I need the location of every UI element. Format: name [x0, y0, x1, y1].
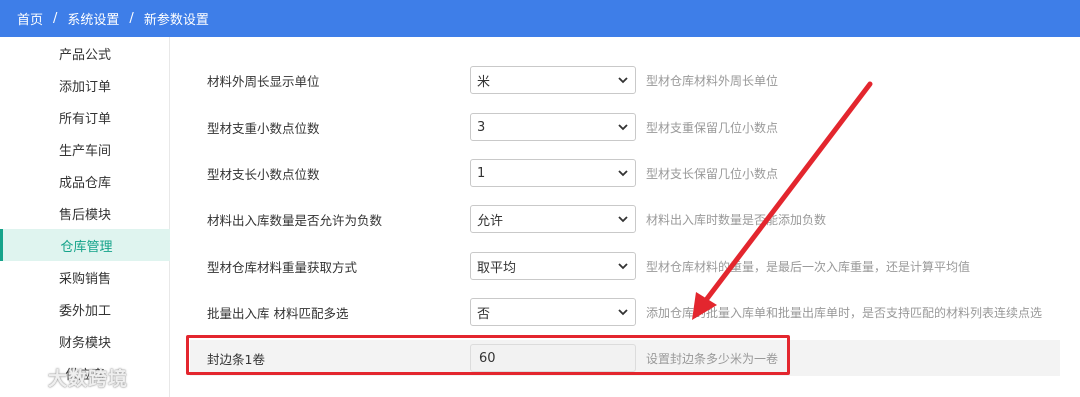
setting-label: 批量出入库 材料匹配多选 — [207, 305, 349, 321]
watermark-text: 大数跨境 — [48, 368, 129, 390]
sidebar-item-purchase-sales[interactable]: 采购销售 — [0, 261, 170, 293]
sidebar-item-finance[interactable]: 财务模块 — [0, 325, 170, 357]
chevron-down-icon — [618, 216, 628, 223]
sidebar-item-workshop[interactable]: 生产车间 — [0, 133, 170, 165]
breadcrumb-home-link[interactable]: 首页 — [17, 9, 43, 28]
select-value: 1 — [477, 165, 486, 181]
length-decimals-select[interactable]: 1 — [470, 159, 636, 187]
setting-row-batch-multiselect: 批量出入库 材料匹配多选 否 添加仓库的批量入库单和批量出库单时，是否支持匹配的… — [190, 296, 1060, 328]
negative-quantity-select[interactable]: 允许 — [470, 205, 636, 233]
sidebar: 产品公式 添加订单 所有订单 生产车间 成品仓库 售后模块 仓库管理 采购销售 … — [0, 37, 170, 397]
setting-hint: 型材支重保留几位小数点 — [646, 120, 779, 135]
chevron-down-icon — [618, 124, 628, 131]
sidebar-item-add-order[interactable]: 添加订单 — [0, 69, 170, 101]
sidebar-item-after-sales[interactable]: 售后模块 — [0, 197, 170, 229]
setting-row-perimeter-unit: 材料外周长显示单位 米 型材仓库材料外周长单位 — [190, 64, 1060, 96]
setting-row-negative-quantity: 材料出入库数量是否允许为负数 允许 材料出入库时数量是否能添加负数 — [190, 203, 1060, 235]
setting-label: 材料外周长显示单位 — [207, 73, 320, 89]
setting-label: 型材支重小数点位数 — [207, 120, 320, 136]
chevron-down-icon — [618, 77, 628, 84]
breadcrumb: 首页 / 系统设置 / 新参数设置 — [0, 0, 1080, 37]
setting-label: 型材支长小数点位数 — [207, 166, 320, 182]
breadcrumb-separator: / — [129, 11, 134, 26]
sidebar-item-product-formula[interactable]: 产品公式 — [0, 37, 170, 69]
setting-hint: 材料出入库时数量是否能添加负数 — [646, 212, 827, 227]
setting-hint: 型材仓库材料的重量，是最后一次入库重量，还是计算平均值 — [646, 259, 971, 274]
breadcrumb-system-settings-link[interactable]: 系统设置 — [67, 9, 119, 28]
select-value: 3 — [477, 119, 486, 135]
sidebar-item-outsourcing[interactable]: 委外加工 — [0, 293, 170, 325]
setting-label: 型材仓库材料重量获取方式 — [207, 259, 358, 275]
watermark-logo-icon — [8, 369, 40, 385]
setting-row-length-decimals: 型材支长小数点位数 1 型材支长保留几位小数点 — [190, 157, 1060, 189]
sidebar-item-finished-warehouse[interactable]: 成品仓库 — [0, 165, 170, 197]
select-value: 否 — [477, 306, 491, 322]
breadcrumb-current-page: 新参数设置 — [143, 13, 209, 28]
weight-decimals-select[interactable]: 3 — [470, 113, 636, 141]
select-value: 取平均 — [477, 260, 517, 276]
setting-row-edge-banding-roll: 封边条1卷 60 设置封边条多少米为一卷 — [190, 340, 1060, 376]
settings-panel: 材料外周长显示单位 米 型材仓库材料外周长单位 型材支重小数点位数 3 型材支重… — [170, 37, 1080, 397]
breadcrumb-separator: / — [53, 11, 58, 26]
sidebar-item-warehouse-management[interactable]: 仓库管理 — [0, 229, 170, 261]
setting-label: 材料出入库数量是否允许为负数 — [207, 212, 383, 228]
weight-method-select[interactable]: 取平均 — [470, 252, 636, 280]
perimeter-unit-select[interactable]: 米 — [470, 66, 636, 94]
setting-hint: 添加仓库的批量入库单和批量出库单时，是否支持匹配的材料列表连续点选 — [646, 305, 1043, 320]
setting-hint: 设置封边条多少米为一卷 — [646, 351, 779, 366]
chevron-down-icon — [618, 170, 628, 177]
chevron-down-icon — [618, 309, 628, 316]
edge-banding-roll-input[interactable]: 60 — [470, 344, 636, 372]
setting-row-weight-method: 型材仓库材料重量获取方式 取平均 型材仓库材料的重量，是最后一次入库重量，还是计… — [190, 250, 1060, 282]
setting-label: 封边条1卷 — [207, 351, 265, 367]
setting-hint: 型材仓库材料外周长单位 — [646, 73, 779, 88]
setting-row-weight-decimals: 型材支重小数点位数 3 型材支重保留几位小数点 — [190, 111, 1060, 143]
batch-multiselect-select[interactable]: 否 — [470, 298, 636, 326]
sidebar-item-all-orders[interactable]: 所有订单 — [0, 101, 170, 133]
select-value: 米 — [477, 74, 491, 90]
chevron-down-icon — [618, 263, 628, 270]
select-value: 允许 — [477, 213, 504, 229]
watermark: 大数跨境 — [8, 364, 128, 391]
setting-hint: 型材支长保留几位小数点 — [646, 166, 779, 181]
